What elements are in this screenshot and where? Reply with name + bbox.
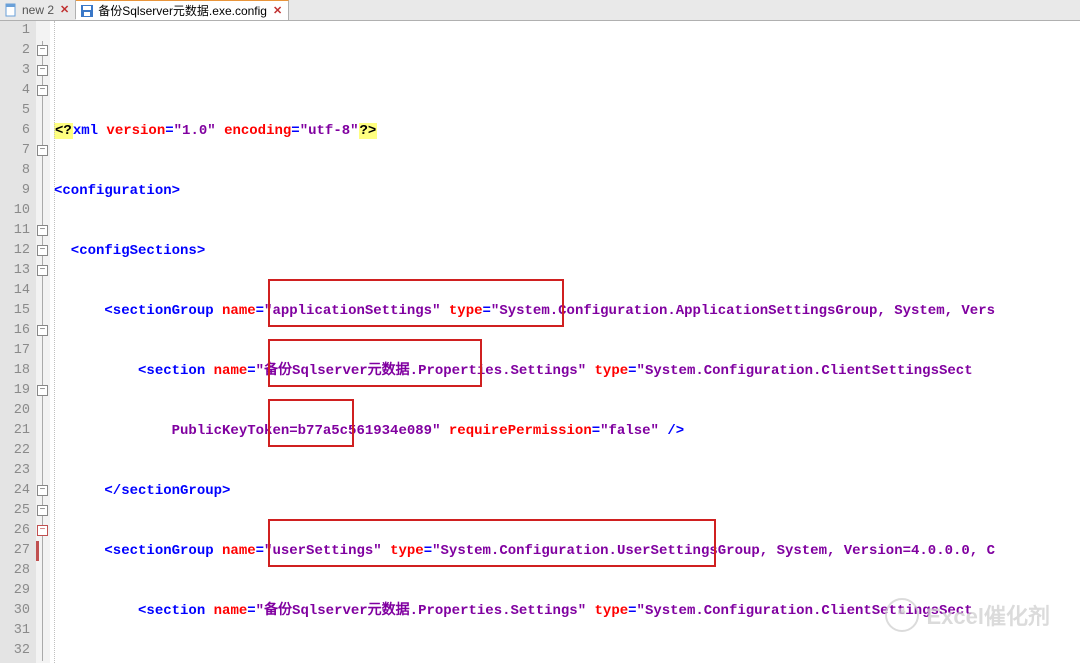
- line-number-gutter: 1234567891011121314151617181920212223242…: [0, 21, 36, 663]
- tab-label: 备份Sqlserver元数据.exe.config: [98, 2, 267, 19]
- close-icon[interactable]: ✕: [273, 4, 282, 17]
- fold-column[interactable]: −−−−−−−−−−−−: [36, 21, 50, 663]
- code-editor[interactable]: 1234567891011121314151617181920212223242…: [0, 21, 1080, 663]
- file-icon: [4, 3, 18, 17]
- close-icon[interactable]: ✕: [60, 3, 69, 16]
- tab-bar: new 2 ✕ 备份Sqlserver元数据.exe.config ✕: [0, 0, 1080, 21]
- save-icon: [80, 4, 94, 18]
- code-area[interactable]: <?xml version="1.0" encoding="utf-8"?> <…: [50, 21, 1080, 663]
- tab-new-2[interactable]: new 2 ✕: [0, 0, 76, 19]
- tab-label: new 2: [22, 3, 54, 17]
- tab-config-file[interactable]: 备份Sqlserver元数据.exe.config ✕: [76, 0, 289, 20]
